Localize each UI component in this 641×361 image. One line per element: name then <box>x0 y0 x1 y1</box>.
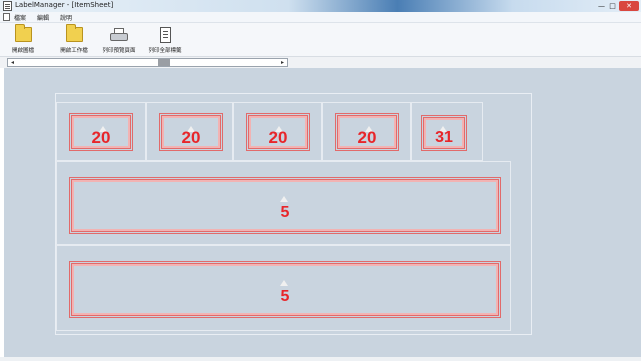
minimize-button[interactable]: — <box>596 1 607 11</box>
label-frame: 20 <box>159 113 223 151</box>
scroll-right-arrow-icon[interactable]: ▸ <box>278 59 287 66</box>
maximize-button[interactable]: □ <box>607 1 618 11</box>
label-frame: 20 <box>335 113 399 151</box>
label-cell[interactable]: 31 <box>411 102 483 161</box>
label-cell[interactable]: 20 <box>56 102 146 161</box>
scroll-left-arrow-icon[interactable]: ◂ <box>8 59 17 66</box>
label-frame: 20 <box>246 113 310 151</box>
horizontal-scrollbar[interactable]: ◂ ▸ <box>7 58 288 67</box>
label-cell[interactable]: 20 <box>322 102 411 161</box>
anchor-icon <box>280 280 288 286</box>
print-preview-button[interactable]: 列印預覽頁面 <box>97 25 141 55</box>
menu-file[interactable]: 檔案 <box>14 13 26 22</box>
menu-bar: 檔案 編輯 說明 <box>0 12 641 23</box>
label-value: 20 <box>181 128 201 147</box>
label-cell[interactable]: 20 <box>146 102 233 161</box>
print-preview-label: 列印預覽頁面 <box>102 48 136 54</box>
label-value: 20 <box>91 128 111 147</box>
menu-edit[interactable]: 編輯 <box>37 13 49 22</box>
window-title: LabelManager - [ItemSheet] <box>15 1 114 9</box>
document-icon <box>3 13 10 21</box>
workspace: 20 20 20 20 31 5 5 <box>4 68 641 357</box>
title-bar: LabelManager - [ItemSheet] — □ ✕ <box>0 0 641 12</box>
label-value: 20 <box>357 128 377 147</box>
label-frame: 31 <box>421 115 467 151</box>
close-button[interactable]: ✕ <box>619 1 639 11</box>
scroll-row: ◂ ▸ <box>0 56 641 68</box>
document-print-icon <box>160 27 171 43</box>
open-workfile-label: 開啟工作檔 <box>60 48 88 54</box>
label-value: 5 <box>280 204 290 221</box>
label-value: 31 <box>435 129 453 146</box>
folder-icon <box>66 24 83 42</box>
label-value: 20 <box>268 128 288 147</box>
anchor-icon <box>280 196 288 202</box>
label-cell[interactable]: 20 <box>233 102 322 161</box>
menu-help[interactable]: 說明 <box>60 13 72 22</box>
printer-icon <box>110 28 128 42</box>
label-frame: 5 <box>69 261 501 318</box>
open-image-label: 開啟圖檔 <box>11 48 34 54</box>
folder-icon <box>15 24 32 42</box>
label-sheet: 20 20 20 20 31 5 5 <box>55 93 532 335</box>
label-frame: 20 <box>69 113 133 151</box>
open-workfile-button[interactable]: 開啟工作檔 <box>55 24 93 55</box>
label-frame: 5 <box>69 177 501 234</box>
scroll-thumb[interactable] <box>158 59 170 66</box>
label-cell[interactable]: 5 <box>56 161 511 245</box>
open-image-button[interactable]: 開啟圖檔 <box>6 24 40 55</box>
print-all-label: 列印全部標籤 <box>148 48 182 54</box>
toolbar: 開啟圖檔 開啟工作檔 列印預覽頁面 列印全部標籤 <box>0 23 641 56</box>
label-cell[interactable]: 5 <box>56 245 511 331</box>
print-all-button[interactable]: 列印全部標籤 <box>144 25 186 55</box>
app-icon <box>3 1 12 11</box>
label-value: 5 <box>280 288 290 305</box>
status-bar <box>0 357 641 361</box>
